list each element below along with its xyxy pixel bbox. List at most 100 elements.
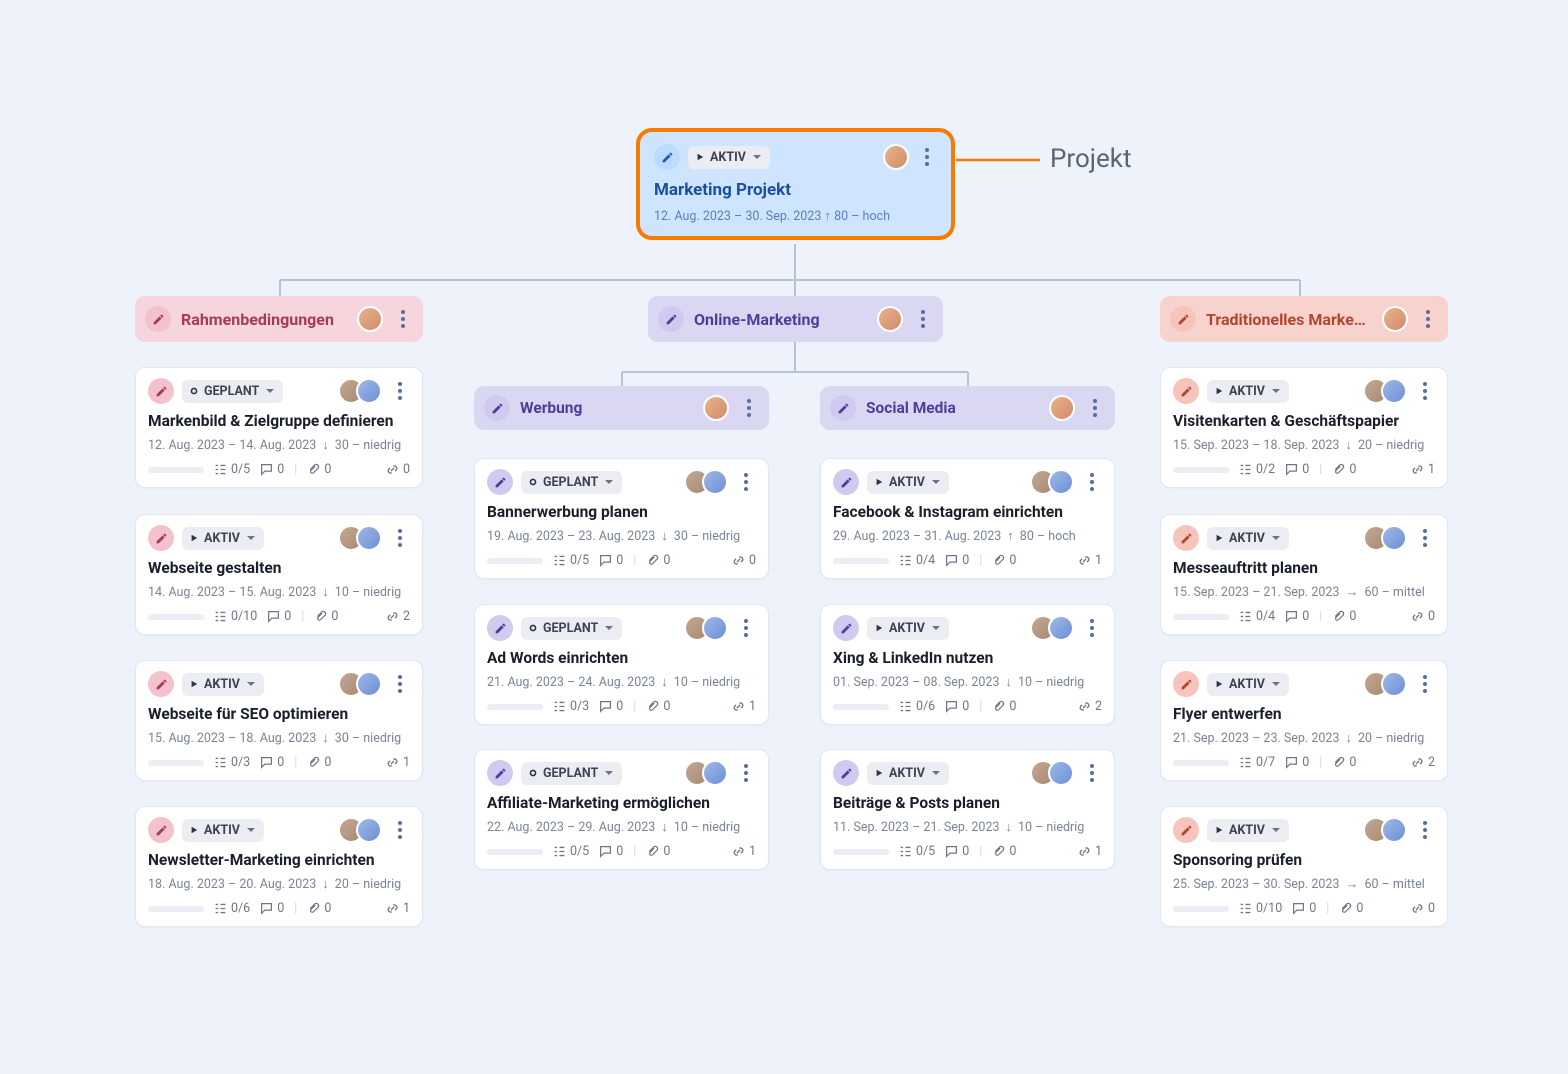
status-dropdown[interactable]: AKTIV [1207,380,1289,403]
task-card[interactable]: AKTIVXing & LinkedIn nutzen01. Sep. 2023… [820,604,1115,725]
assignees[interactable] [1363,671,1407,697]
pencil-icon[interactable] [487,469,513,495]
kebab-menu[interactable] [917,144,937,170]
kebab-menu[interactable] [736,760,756,786]
kebab-menu[interactable] [1415,671,1435,697]
status-dropdown[interactable]: GEPLANT [521,617,622,640]
task-card[interactable]: AKTIVSponsoring prüfen25. Sep. 2023 – 30… [1160,806,1448,927]
avatar[interactable] [1049,395,1075,421]
priority-arrow-icon: ↓ [1345,730,1352,746]
assignees[interactable] [338,671,382,697]
task-card[interactable]: GEPLANTBannerwerbung planen19. Aug. 2023… [474,458,769,579]
pencil-icon[interactable] [148,671,174,697]
task-card[interactable]: AKTIVNewsletter-Marketing einrichten18. … [135,806,423,927]
task-card[interactable]: AKTIVMesseauftritt planen15. Sep. 2023 –… [1160,514,1448,635]
pencil-icon[interactable] [148,378,174,404]
task-card[interactable]: AKTIVFlyer entwerfen21. Sep. 2023 – 23. … [1160,660,1448,781]
kebab-menu[interactable] [1082,615,1102,641]
task-card[interactable]: GEPLANTAd Words einrichten21. Aug. 2023 … [474,604,769,725]
pencil-icon[interactable] [1173,378,1199,404]
kebab-menu[interactable] [390,525,410,551]
group-traditionelles-marketing[interactable]: Traditionelles Marke… [1160,296,1448,342]
kebab-menu[interactable] [393,306,413,332]
assignees[interactable] [1030,760,1074,786]
task-card[interactable]: AKTIVFacebook & Instagram einrichten29. … [820,458,1115,579]
kebab-menu[interactable] [1085,395,1105,421]
status-dropdown[interactable]: GEPLANT [521,471,622,494]
status-dropdown[interactable]: AKTIV [182,527,264,550]
chevron-down-icon [1271,386,1281,396]
pencil-icon[interactable] [484,395,510,421]
pencil-icon[interactable] [833,469,859,495]
comment-icon [945,845,958,858]
status-dropdown[interactable]: AKTIV [1207,819,1289,842]
assignees[interactable] [1030,469,1074,495]
pencil-icon[interactable] [833,615,859,641]
subgroup-werbung[interactable]: Werbung [474,386,769,430]
kebab-menu[interactable] [1082,469,1102,495]
status-dropdown[interactable]: GEPLANT [521,762,622,785]
project-root-card[interactable]: AKTIV Marketing Projekt 12. Aug. 2023 – … [636,128,955,240]
assignees[interactable] [684,615,728,641]
task-card[interactable]: AKTIVWebseite gestalten14. Aug. 2023 – 1… [135,514,423,635]
pencil-icon[interactable] [148,525,174,551]
task-card[interactable]: AKTIVWebseite für SEO optimieren15. Aug.… [135,660,423,781]
status-dropdown[interactable]: AKTIV [867,471,949,494]
task-title: Affiliate-Marketing ermöglichen [487,794,756,812]
status-dropdown[interactable]: AKTIV [182,819,264,842]
avatar[interactable] [883,144,909,170]
pencil-icon[interactable] [1170,306,1196,332]
task-card[interactable]: GEPLANTAffiliate-Marketing ermöglichen22… [474,749,769,870]
kebab-menu[interactable] [1415,525,1435,551]
assignees[interactable] [1363,525,1407,551]
comment-icon [1285,756,1298,769]
status-dropdown[interactable]: AKTIV [1207,673,1289,696]
kebab-menu[interactable] [739,395,759,421]
assignees[interactable] [338,525,382,551]
pencil-icon[interactable] [654,144,680,170]
subgroup-social-media[interactable]: Social Media [820,386,1115,430]
kebab-menu[interactable] [1418,306,1438,332]
kebab-menu[interactable] [1415,817,1435,843]
group-rahmenbedingungen[interactable]: Rahmenbedingungen [135,296,423,342]
kebab-menu[interactable] [913,306,933,332]
status-dropdown[interactable]: AKTIV [1207,527,1289,550]
kebab-menu[interactable] [1082,760,1102,786]
status-dropdown[interactable]: AKTIV [867,762,949,785]
pencil-icon[interactable] [148,817,174,843]
status-dropdown[interactable]: GEPLANT [182,380,283,403]
pencil-icon[interactable] [830,395,856,421]
pencil-icon[interactable] [658,306,684,332]
task-card[interactable]: GEPLANTMarkenbild & Zielgruppe definiere… [135,367,423,488]
kebab-menu[interactable] [390,671,410,697]
status-dropdown[interactable]: AKTIV [182,673,264,696]
group-online-marketing[interactable]: Online-Marketing [648,296,943,342]
kebab-menu[interactable] [390,378,410,404]
assignees[interactable] [1030,615,1074,641]
status-dropdown[interactable]: AKTIV [688,146,770,169]
kebab-menu[interactable] [736,615,756,641]
pencil-icon[interactable] [833,760,859,786]
avatar[interactable] [1382,306,1408,332]
assignees[interactable] [684,469,728,495]
pencil-icon[interactable] [1173,817,1199,843]
avatar[interactable] [877,306,903,332]
avatar[interactable] [703,395,729,421]
pencil-icon[interactable] [145,306,171,332]
assignees[interactable] [1363,378,1407,404]
avatar[interactable] [357,306,383,332]
kebab-menu[interactable] [1415,378,1435,404]
assignees[interactable] [338,378,382,404]
pencil-icon[interactable] [487,760,513,786]
assignees[interactable] [338,817,382,843]
pencil-icon[interactable] [487,615,513,641]
kebab-menu[interactable] [736,469,756,495]
status-dropdown[interactable]: AKTIV [867,617,949,640]
assignees[interactable] [1363,817,1407,843]
assignees[interactable] [684,760,728,786]
task-card[interactable]: AKTIVVisitenkarten & Geschäftspapier15. … [1160,367,1448,488]
pencil-icon[interactable] [1173,671,1199,697]
pencil-icon[interactable] [1173,525,1199,551]
kebab-menu[interactable] [390,817,410,843]
task-card[interactable]: AKTIVBeiträge & Posts planen11. Sep. 202… [820,749,1115,870]
